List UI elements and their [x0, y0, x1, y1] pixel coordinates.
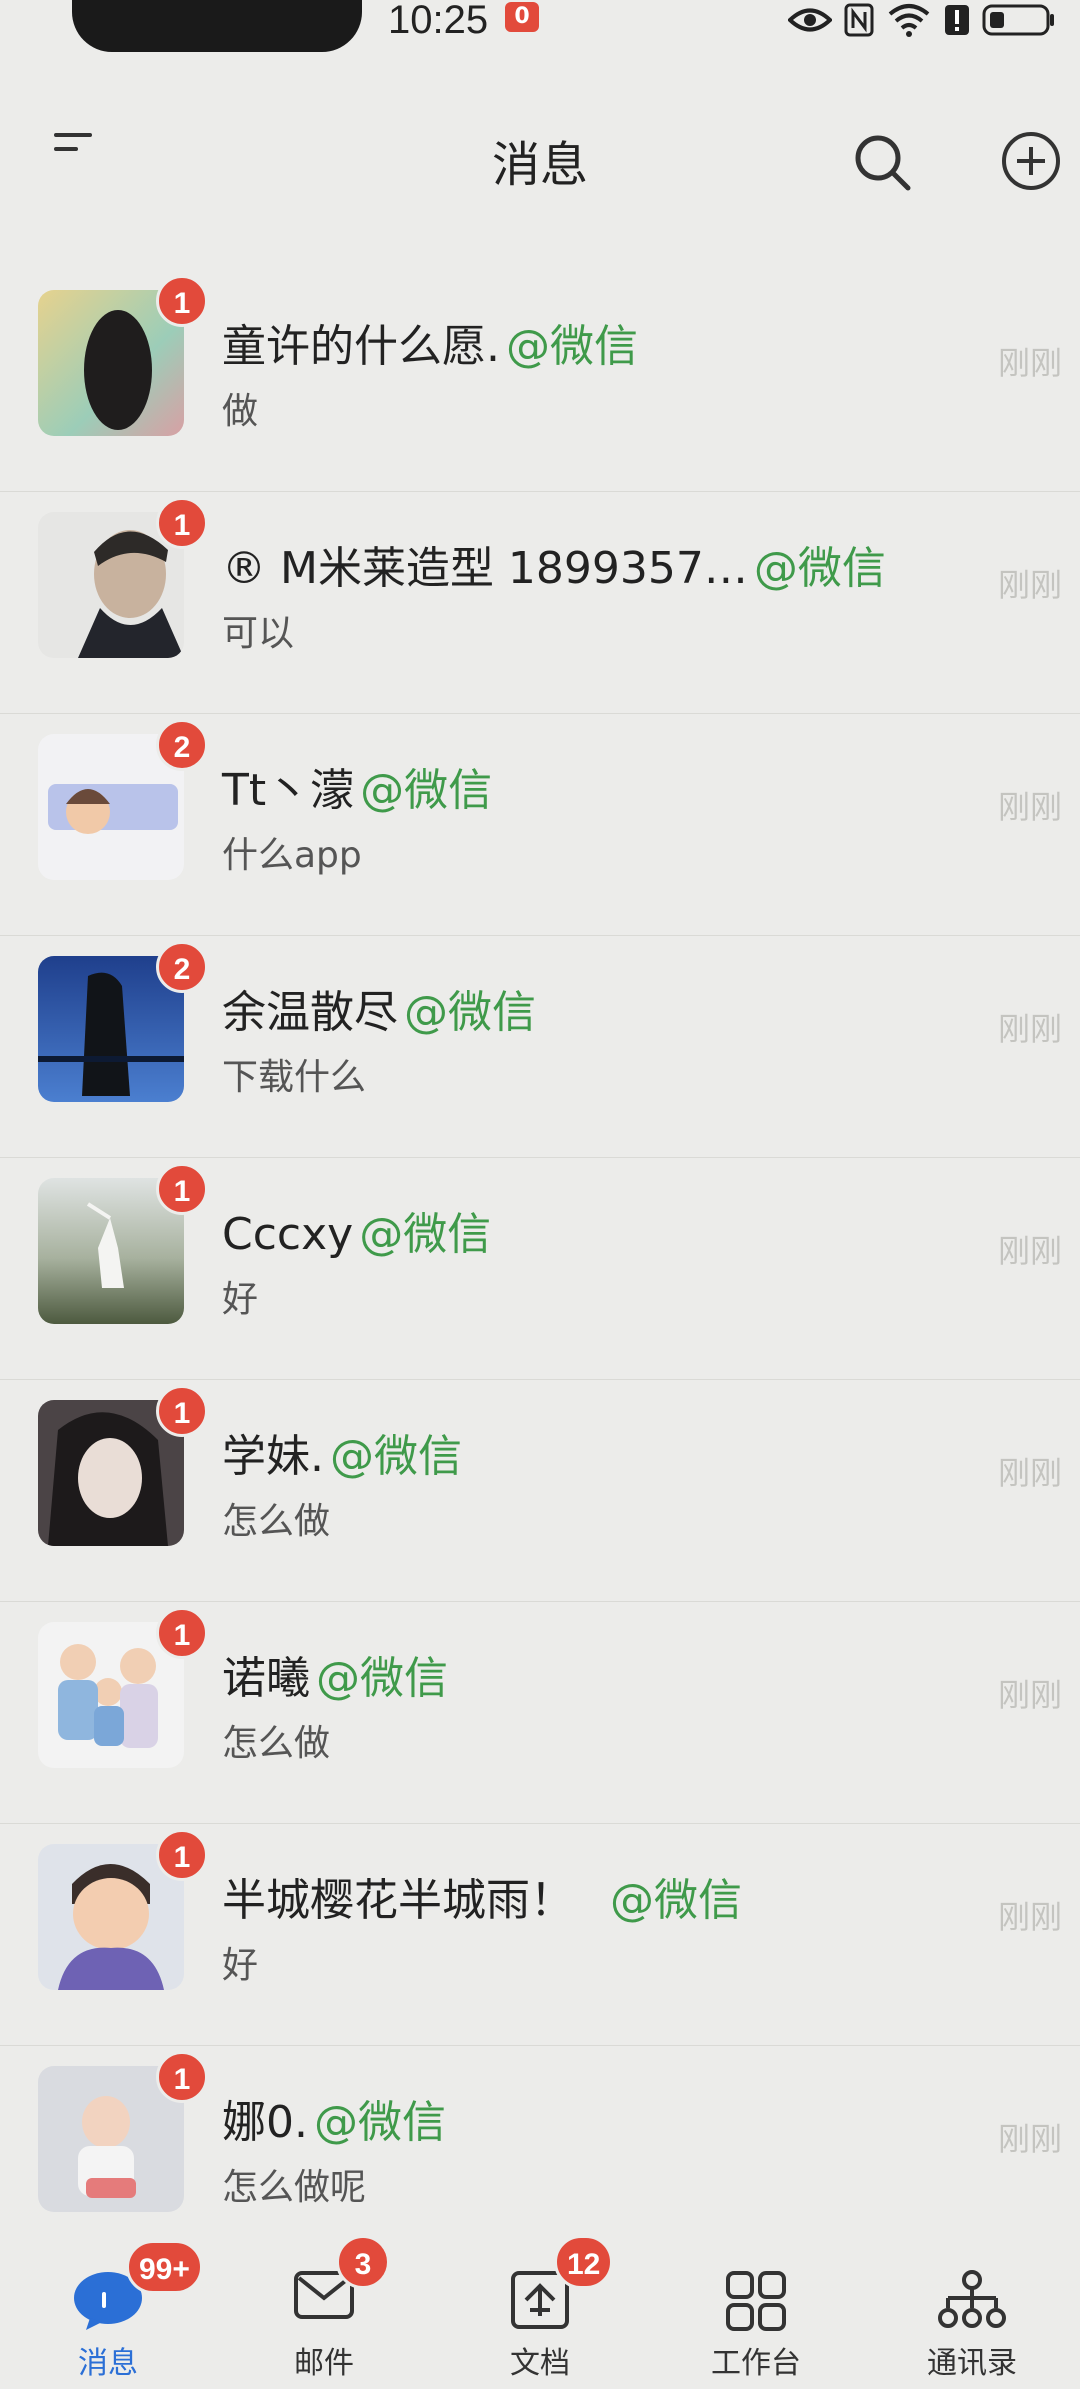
unread-badge: 1	[156, 275, 208, 327]
tab-label: 通讯录	[927, 2346, 1017, 2381]
chat-row[interactable]: 1 学妹. @微信 怎么做 刚刚	[0, 1380, 1080, 1602]
message-time: 刚刚	[997, 788, 1062, 826]
eye-icon	[788, 8, 832, 32]
chat-source: @微信	[610, 1875, 742, 1926]
battery-icon	[982, 4, 1054, 36]
last-message: 好	[222, 1279, 259, 1320]
grid-icon	[726, 2271, 786, 2331]
chat-name: 童许的什么愿. @微信	[222, 310, 638, 374]
unread-badge: 1	[156, 497, 208, 549]
tab-contacts[interactable]: 通讯录	[864, 2230, 1080, 2389]
tab-label: 文档	[510, 2346, 570, 2381]
unread-badge: 1	[156, 1385, 208, 1437]
chat-source: @微信	[753, 543, 886, 594]
notification-badge: 0	[505, 2, 539, 32]
alert-icon	[945, 5, 969, 35]
message-time: 刚刚	[997, 344, 1062, 382]
chat-name: Tt丶濛 @微信	[222, 754, 492, 818]
unread-badge: 1	[156, 2051, 208, 2103]
message-time: 刚刚	[997, 1898, 1062, 1936]
chat-source: @微信	[330, 1431, 462, 1482]
last-message: 什么app	[222, 835, 362, 876]
chat-list: 1 童许的什么愿. @微信 做 刚刚 1 ® M米莱造型 1899357… @微信 …	[0, 270, 1080, 2268]
contact-name: Cccxy	[222, 1209, 354, 1260]
camera-notch	[72, 0, 362, 52]
chat-name: Cccxy @微信	[222, 1198, 491, 1262]
message-time: 刚刚	[997, 566, 1062, 604]
bottom-tab-bar: 消息 99+ 邮件 3 文档 12 工作台 通讯录	[0, 2230, 1080, 2389]
chat-source: @微信	[316, 1653, 448, 1704]
tab-messages[interactable]: 消息 99+	[0, 2230, 216, 2389]
tab-docs[interactable]: 文档 12	[432, 2230, 648, 2389]
chat-name: 诺曦 @微信	[222, 1642, 448, 1706]
chat-source: @微信	[360, 765, 493, 816]
tab-label: 邮件	[294, 2346, 354, 2381]
contact-name: 学妹.	[222, 1431, 324, 1482]
chat-name: 余温散尽 @微信	[222, 976, 536, 1040]
messages-screen: 10:25 0 消息 1 童许的什么愿. @微信 做 刚刚 1 ® M米莱造型 …	[0, 0, 1080, 2389]
tab-badge: 3	[336, 2235, 390, 2289]
status-time: 10:25	[388, 0, 489, 42]
contact-name: 半城樱花半城雨！	[222, 1875, 574, 1926]
header: 消息	[0, 95, 1080, 215]
nfc-icon	[844, 3, 874, 37]
tab-label: 消息	[78, 2346, 138, 2381]
chat-name: 娜0. @微信	[222, 2086, 446, 2150]
chat-name: 学妹. @微信	[222, 1420, 462, 1484]
tab-badge: 12	[554, 2235, 614, 2289]
message-time: 刚刚	[997, 1010, 1062, 1048]
chat-name: ® M米莱造型 1899357… @微信	[222, 532, 886, 596]
last-message: 怎么做	[222, 1723, 331, 1764]
search-icon[interactable]	[850, 130, 914, 194]
contact-name: 余温散尽	[222, 987, 398, 1038]
chat-source: @微信	[359, 1209, 492, 1260]
chat-row[interactable]: 1 半城樱花半城雨！ @微信 好 刚刚	[0, 1824, 1080, 2046]
last-message: 下载什么	[222, 1057, 367, 1098]
contact-name: Tt丶濛	[222, 765, 355, 816]
unread-badge: 2	[156, 719, 208, 771]
chat-source: @微信	[313, 2097, 446, 2148]
contact-name: ® M米莱造型 1899357…	[222, 543, 748, 594]
unread-badge: 2	[156, 941, 208, 993]
tab-label: 工作台	[711, 2346, 801, 2381]
tab-badge: 99+	[126, 2240, 203, 2294]
chat-row[interactable]: 1 Cccxy @微信 好 刚刚	[0, 1158, 1080, 1380]
message-time: 刚刚	[997, 2120, 1062, 2158]
unread-badge: 1	[156, 1163, 208, 1215]
status-bar: 10:25 0	[0, 0, 1080, 60]
message-time: 刚刚	[997, 1232, 1062, 1270]
unread-badge: 1	[156, 1829, 208, 1881]
unread-badge: 1	[156, 1607, 208, 1659]
message-time: 刚刚	[997, 1676, 1062, 1714]
system-icons	[788, 0, 1056, 40]
last-message: 做	[222, 391, 259, 432]
message-time: 刚刚	[997, 1454, 1062, 1492]
org-chart-icon	[938, 2270, 1006, 2328]
chat-row[interactable]: 2 Tt丶濛 @微信 什么app 刚刚	[0, 714, 1080, 936]
page-title: 消息	[491, 137, 588, 193]
last-message: 怎么做呢	[222, 2167, 367, 2208]
tab-workbench[interactable]: 工作台	[648, 2230, 864, 2389]
last-message: 怎么做	[222, 1501, 331, 1542]
chat-source: @微信	[404, 987, 536, 1038]
chat-row[interactable]: 1 诺曦 @微信 怎么做 刚刚	[0, 1602, 1080, 1824]
last-message: 好	[222, 1945, 259, 1986]
chat-row[interactable]: 1 ® M米莱造型 1899357… @微信 可以 刚刚	[0, 492, 1080, 714]
chat-name: 半城樱花半城雨！ @微信	[222, 1864, 742, 1928]
add-icon[interactable]	[1000, 130, 1062, 192]
chat-source: @微信	[506, 321, 638, 372]
last-message: 可以	[222, 613, 295, 654]
chat-row[interactable]: 2 余温散尽 @微信 下载什么 刚刚	[0, 936, 1080, 1158]
tab-mail[interactable]: 邮件 3	[216, 2230, 432, 2389]
contact-name: 诺曦	[222, 1653, 310, 1704]
contact-name: 娜0.	[222, 2097, 308, 2148]
contact-name: 童许的什么愿.	[222, 321, 500, 372]
chat-row[interactable]: 1 童许的什么愿. @微信 做 刚刚	[0, 270, 1080, 492]
wifi-icon	[888, 4, 930, 37]
